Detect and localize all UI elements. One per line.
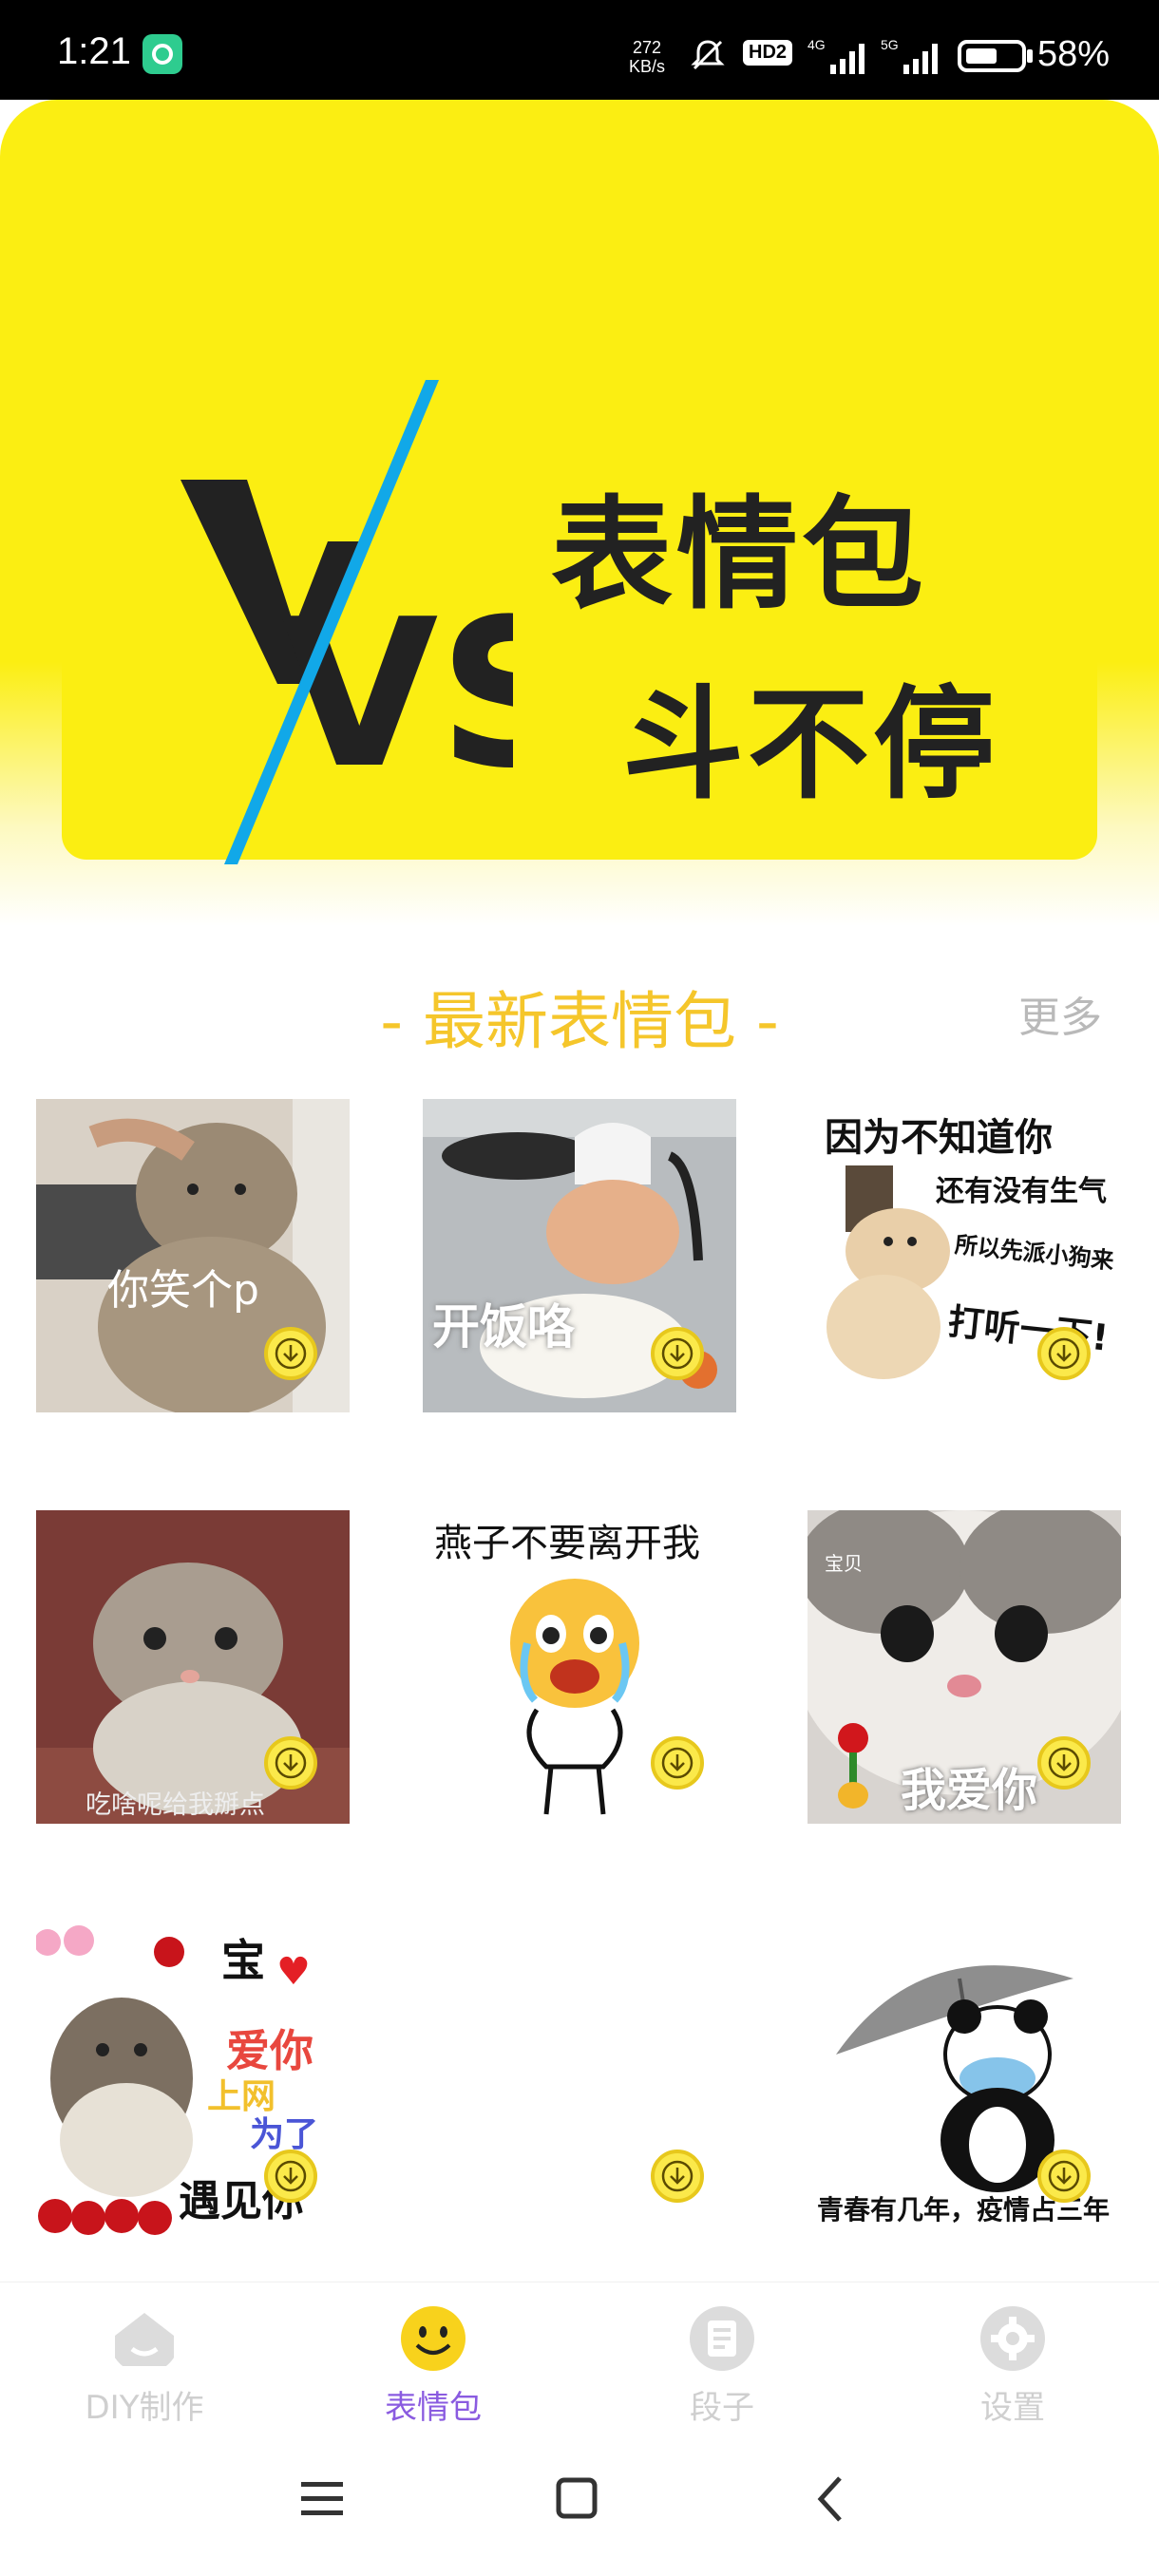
network-speed-unit: KB/s bbox=[629, 57, 666, 76]
sticker-caption-small: 宝贝 bbox=[825, 1552, 863, 1575]
nav-item-stickers[interactable]: 表情包 bbox=[338, 2303, 528, 2428]
sticker-caption: 我爱你 bbox=[901, 1764, 1038, 1817]
signal-4g-icon: 4G bbox=[808, 37, 864, 74]
battery-tip bbox=[1027, 49, 1033, 63]
network-speed: 272 KB/s bbox=[629, 38, 665, 76]
signal-5g-icon: 5G bbox=[881, 37, 938, 74]
section-title: - 最新表情包 - bbox=[380, 985, 779, 1058]
download-arrow-icon bbox=[661, 1747, 694, 1779]
download-button[interactable] bbox=[651, 1327, 704, 1380]
download-arrow-icon bbox=[275, 1337, 307, 1370]
hd-badge: HD2 bbox=[743, 40, 793, 66]
sticker-caption: 你笑个p bbox=[107, 1266, 259, 1315]
app-notification-icon bbox=[142, 34, 182, 74]
sticker-caption-line1: 因为不知道你 bbox=[825, 1116, 1053, 1160]
download-arrow-icon bbox=[661, 2160, 694, 2192]
sticker-tile[interactable]: 你笑个p bbox=[36, 1099, 350, 1412]
mute-bell-icon bbox=[691, 40, 725, 70]
sticker-caption-line4: 为了 bbox=[250, 2115, 319, 2154]
crying-emoji-image bbox=[510, 1579, 639, 1815]
back-icon[interactable] bbox=[813, 2474, 847, 2524]
download-button[interactable] bbox=[264, 2150, 317, 2203]
download-arrow-icon bbox=[661, 1337, 694, 1370]
bottom-nav: DIY制作 表情包 段子 设置 bbox=[0, 2282, 1159, 2430]
download-arrow-icon bbox=[275, 2160, 307, 2192]
sticker-tile[interactable]: 因为不知道你 还有没有生气 所以先派小狗来 打听一下! bbox=[808, 1099, 1121, 1412]
sticker-tile[interactable]: 开饭咯 bbox=[423, 1099, 736, 1412]
system-navigation-bar bbox=[0, 2429, 1159, 2576]
download-button[interactable] bbox=[651, 2150, 704, 2203]
nav-label-stickers: 表情包 bbox=[385, 2389, 482, 2427]
heart-icon: ♥ bbox=[276, 1950, 311, 1994]
download-button[interactable] bbox=[264, 1327, 317, 1380]
nav-label-jokes: 段子 bbox=[690, 2389, 754, 2427]
nav-item-jokes[interactable]: 段子 bbox=[627, 2303, 817, 2428]
nav-item-settings[interactable]: 设置 bbox=[918, 2303, 1108, 2428]
download-button[interactable] bbox=[1037, 1736, 1091, 1790]
status-bar: 1:21 272 KB/s HD2 4G 5G 58% bbox=[0, 0, 1159, 100]
sticker-caption: 吃啥呢给我掰点 bbox=[86, 1790, 265, 1820]
signal-4g-label: 4G bbox=[808, 37, 826, 52]
download-arrow-icon bbox=[1048, 2160, 1080, 2192]
menu-icon[interactable] bbox=[299, 2478, 347, 2520]
sticker-tile[interactable]: 青春有几年，疫情占三年 bbox=[808, 1922, 1121, 2235]
more-link[interactable]: 更多 bbox=[1018, 983, 1102, 1044]
banner-title-line2: 斗不停 bbox=[622, 674, 999, 816]
download-button[interactable] bbox=[264, 1736, 317, 1790]
home-icon bbox=[115, 2313, 174, 2366]
network-speed-value: 272 bbox=[632, 38, 662, 57]
signal-5g-label: 5G bbox=[881, 37, 899, 52]
banner-title-line1: 表情包 bbox=[551, 484, 928, 626]
nav-label-settings: 设置 bbox=[980, 2389, 1045, 2427]
download-button[interactable] bbox=[651, 1736, 704, 1790]
sticker-caption: 开饭咯 bbox=[432, 1299, 575, 1354]
nav-label-diy: DIY制作 bbox=[85, 2389, 204, 2427]
sticker-caption-line1: 宝 bbox=[221, 1935, 265, 1986]
battery-icon bbox=[958, 40, 1026, 72]
document-icon bbox=[690, 2306, 754, 2371]
download-button[interactable] bbox=[1037, 1327, 1091, 1380]
nav-item-diy[interactable]: DIY制作 bbox=[49, 2303, 239, 2428]
download-button[interactable] bbox=[1037, 2150, 1091, 2203]
vs-logo-text: VS bbox=[280, 575, 513, 813]
gear-icon bbox=[980, 2306, 1045, 2371]
sticker-tile[interactable]: 吃啥呢给我掰点 bbox=[36, 1510, 350, 1824]
sticker-caption-line2: 还有没有生气 bbox=[936, 1175, 1107, 1208]
sticker-tile[interactable]: 宝贝 我爱你 bbox=[808, 1510, 1121, 1824]
status-time: 1:21 bbox=[57, 30, 131, 72]
battery-percent: 58% bbox=[1037, 34, 1111, 74]
home-square-icon[interactable] bbox=[555, 2476, 600, 2522]
sticker-tile-loading[interactable] bbox=[423, 1922, 736, 2235]
sticker-caption: 燕子不要离开我 bbox=[434, 1522, 700, 1565]
vs-logo: VS bbox=[180, 380, 513, 864]
download-arrow-icon bbox=[1048, 1337, 1080, 1370]
sticker-tile[interactable]: 宝 ♥ 爱你 上网 为了 遇见你 bbox=[36, 1922, 350, 2235]
download-arrow-icon bbox=[1048, 1747, 1080, 1779]
smiley-icon bbox=[401, 2306, 466, 2371]
download-arrow-icon bbox=[275, 1747, 307, 1779]
sticker-tile[interactable]: 燕子不要离开我 bbox=[423, 1510, 736, 1824]
